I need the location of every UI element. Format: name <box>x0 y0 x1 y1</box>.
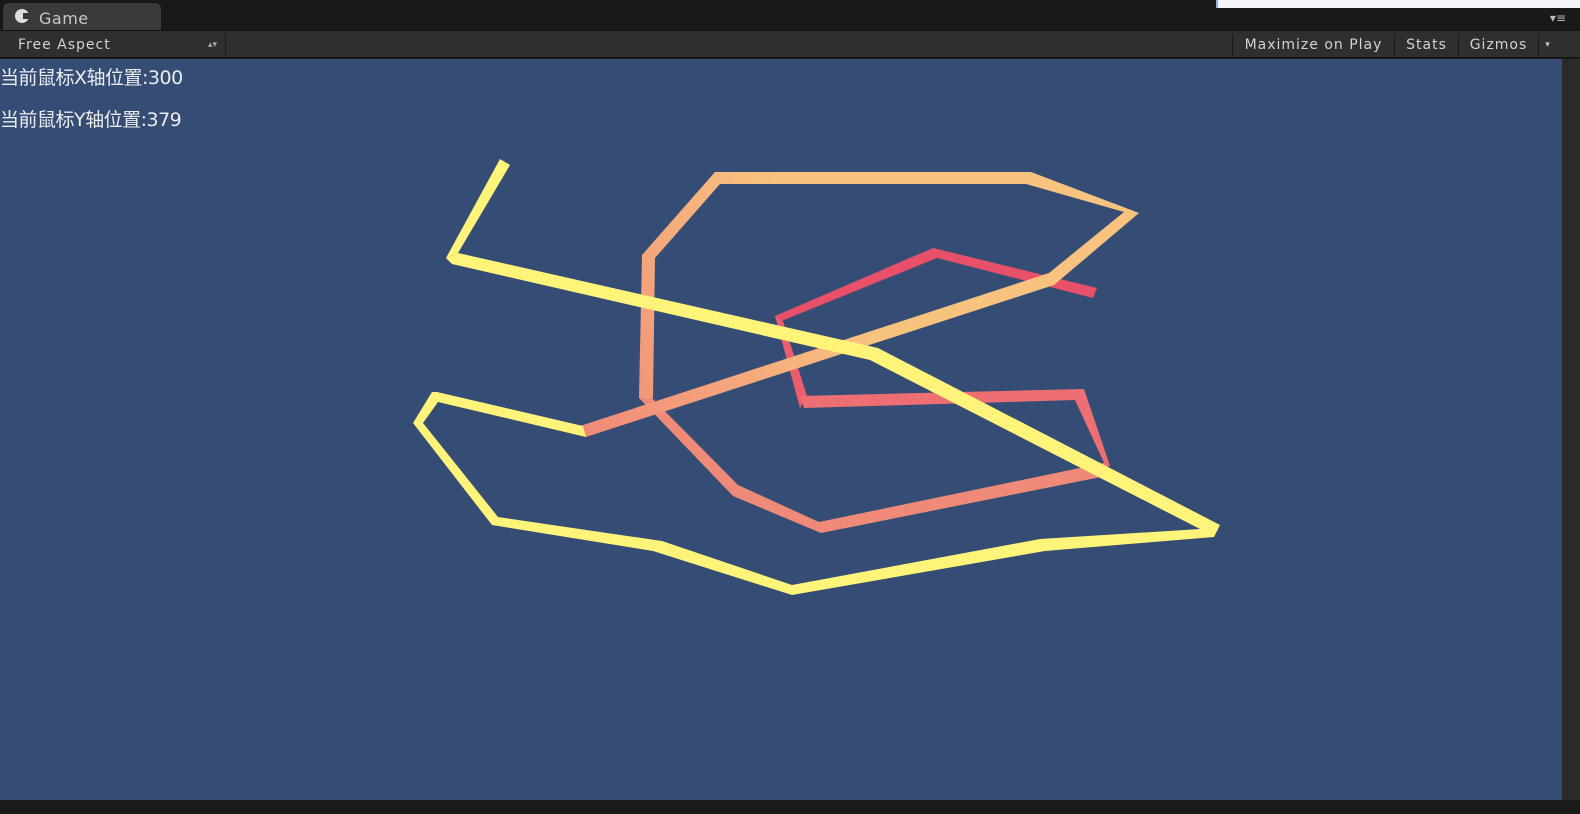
tab-strip: Game ▾≡ <box>0 0 1580 30</box>
dropdown-arrows-icon: ▴▾ <box>207 40 217 50</box>
gizmos-button[interactable]: Gizmos <box>1458 34 1538 56</box>
aspect-ratio-dropdown[interactable]: Free Aspect ▴▾ <box>8 34 226 56</box>
game-window: Game ▾≡ Free Aspect ▴▾ Maximize on Play … <box>0 0 1580 814</box>
bottom-edge <box>0 800 1580 814</box>
stats-button[interactable]: Stats <box>1394 34 1458 56</box>
aspect-ratio-value: Free Aspect <box>18 37 111 53</box>
line-renderer-canvas <box>413 159 1220 595</box>
adjacent-panel-edge <box>1216 0 1580 8</box>
panel-menu-icon[interactable]: ▾≡ <box>1550 12 1566 24</box>
right-gutter <box>1562 59 1580 800</box>
game-toolbar: Free Aspect ▴▾ Maximize on Play Stats Gi… <box>0 30 1580 58</box>
tab-game[interactable]: Game <box>2 2 162 30</box>
yellow-line-segment <box>446 159 510 258</box>
unity-pacman-icon <box>15 9 30 23</box>
tab-label: Game <box>39 9 89 28</box>
gizmos-dropdown-icon[interactable]: ▾ <box>1538 34 1556 56</box>
game-viewport[interactable]: 当前鼠标X轴位置:300 当前鼠标Y轴位置:379 <box>0 59 1562 800</box>
salmon-line-segment <box>639 392 1111 533</box>
maximize-on-play-button[interactable]: Maximize on Play <box>1232 34 1394 56</box>
